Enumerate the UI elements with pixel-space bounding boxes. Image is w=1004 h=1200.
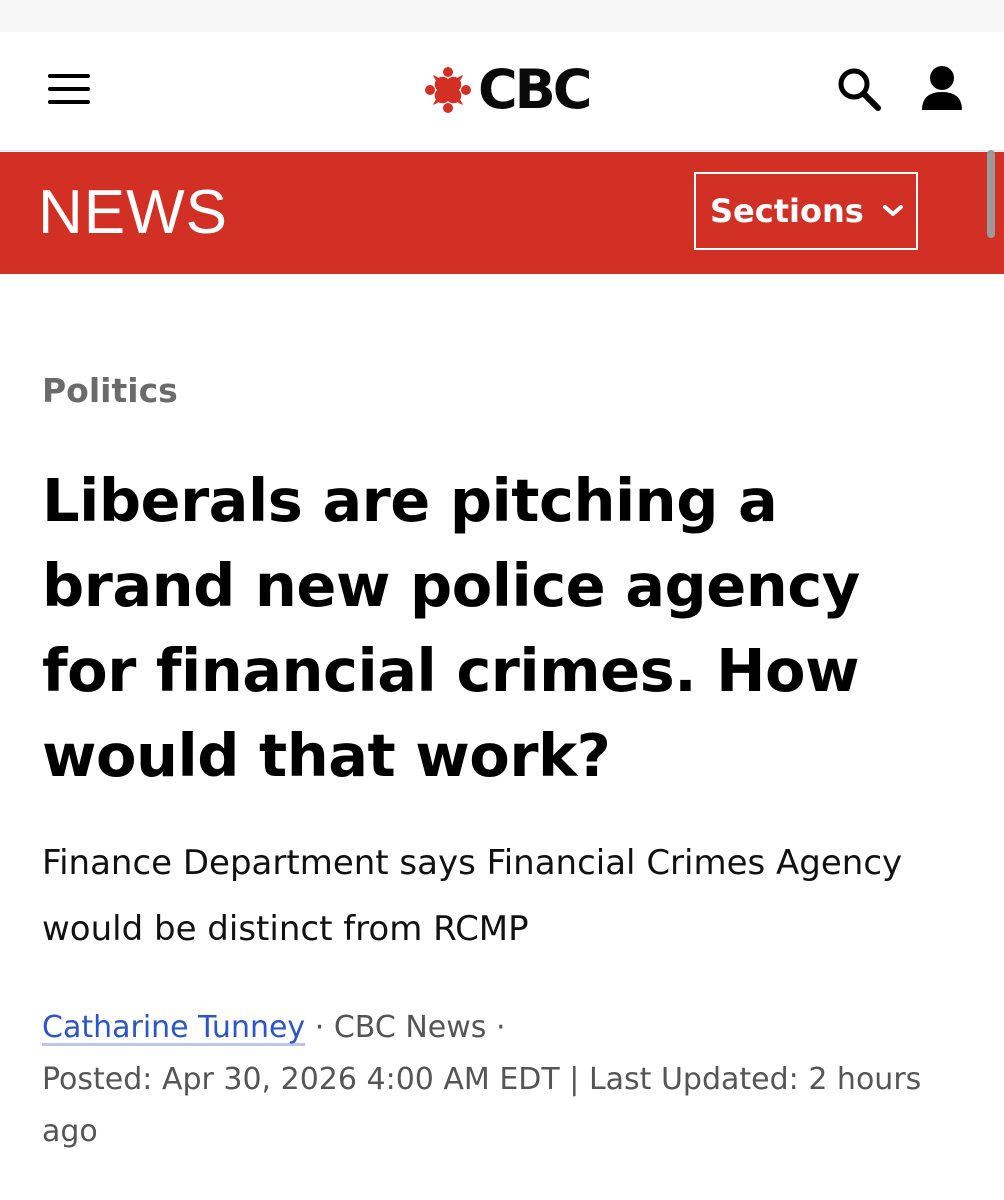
- news-section-bar: NEWS Sections: [0, 152, 1004, 274]
- cbc-logo[interactable]: CBC: [424, 58, 592, 122]
- top-navigation-bar: CBC: [0, 32, 1004, 151]
- news-label[interactable]: NEWS: [38, 176, 228, 250]
- account-button[interactable]: [914, 60, 970, 118]
- source-label: CBC News: [333, 1010, 487, 1045]
- scrollbar[interactable]: [987, 150, 995, 238]
- chevron-down-icon: [882, 205, 903, 216]
- user-account-icon: [922, 66, 962, 110]
- article-deck: Finance Department says Financial Crimes…: [42, 843, 903, 949]
- byline-separator: ·: [314, 1010, 325, 1045]
- status-strip: [0, 0, 1004, 32]
- headline: Liberals are pitching a brand new police…: [42, 466, 860, 790]
- byline: Catharine Tunney · CBC News · Posted: Ap…: [42, 1002, 942, 1158]
- brand-name: CBC: [478, 58, 592, 121]
- article-header: Politics Liberals are pitching a brand n…: [42, 364, 962, 1158]
- search-button[interactable]: [832, 62, 888, 118]
- sections-button[interactable]: Sections: [694, 172, 918, 250]
- search-icon: [838, 68, 881, 111]
- author-link[interactable]: Catharine Tunney: [42, 1010, 305, 1045]
- posted-date: Apr 30, 2026 4:00 AM EDT: [161, 1062, 560, 1097]
- sections-label: Sections: [710, 192, 864, 230]
- byline-separator: ·: [495, 1010, 506, 1045]
- cbc-gem-icon: [425, 67, 471, 113]
- menu-button[interactable]: [40, 66, 98, 112]
- category-link[interactable]: Politics: [42, 364, 962, 418]
- posted-label: Posted:: [42, 1062, 153, 1097]
- byline-divider: |: [569, 1062, 580, 1097]
- updated-label: Last Updated:: [588, 1062, 799, 1097]
